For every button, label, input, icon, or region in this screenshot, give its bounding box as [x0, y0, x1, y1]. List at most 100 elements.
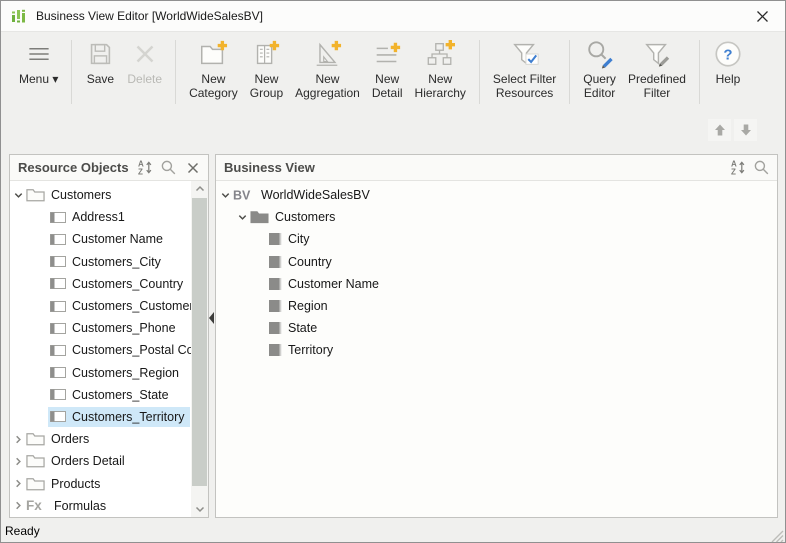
vertical-scrollbar[interactable] [191, 181, 208, 517]
chevron-down-icon[interactable] [12, 189, 24, 201]
chevron-right-icon[interactable] [12, 433, 24, 445]
tree-node[interactable]: Orders [24, 429, 94, 449]
tree-node[interactable]: Customer Name [48, 229, 168, 249]
tree-item-label: City [288, 232, 310, 247]
column-icon [50, 211, 66, 223]
tree-item-orders-detail[interactable]: Orders Detail [10, 450, 191, 472]
tree-node[interactable]: Customers [248, 207, 340, 227]
group-plus-icon [251, 39, 281, 69]
tree-item-country[interactable]: Country [216, 251, 777, 273]
chevron-down-icon[interactable] [236, 211, 248, 223]
tree-node[interactable]: Country [266, 252, 337, 272]
tree-node[interactable]: Customers_Territory [48, 406, 190, 427]
tree-node[interactable]: BV WorldWideSalesBV [231, 185, 375, 205]
tree-item-label: Territory [288, 343, 334, 358]
tree-item-customers-territory[interactable]: Customers_Territory [10, 406, 191, 428]
tree-item-products[interactable]: Products [10, 472, 191, 494]
tree-item-customers[interactable]: Customers [10, 184, 191, 206]
new-hierarchy-label: New Hierarchy [414, 72, 466, 100]
predefined-filter-button[interactable]: Predefined Filter [622, 39, 692, 100]
tree-item-customers-city[interactable]: Customers_City [10, 251, 191, 273]
tree-node[interactable]: Orders Detail [24, 451, 130, 471]
menu-button[interactable]: Menu ▾ [13, 39, 64, 86]
scrollbar-thumb[interactable] [192, 198, 207, 486]
tree-item-city[interactable]: City [216, 228, 777, 250]
new-detail-label: New Detail [371, 72, 403, 100]
tree-item-customers-region[interactable]: Customers_Region [10, 362, 191, 384]
tree-item-customer-name[interactable]: Customer Name [216, 273, 777, 295]
field-icon [268, 343, 282, 357]
tree-node[interactable]: Products [24, 474, 105, 494]
tree-item-label: State [288, 321, 318, 336]
chevron-right-icon[interactable] [12, 500, 24, 512]
chevron-right-icon[interactable] [12, 478, 24, 490]
delete-label: Delete [127, 72, 163, 86]
new-group-button[interactable]: New Group [244, 39, 289, 100]
tree-node[interactable]: Territory [266, 340, 338, 360]
toolbar: Menu ▾ Save Delete New Category New Group New… [1, 32, 785, 110]
tree-node[interactable]: Customers_Region [48, 363, 184, 383]
tree-item-address1[interactable]: Address1 [10, 206, 191, 228]
help-button[interactable]: ? Help [707, 39, 749, 86]
move-down-button[interactable] [734, 119, 757, 141]
tree-item-customers-postal-code[interactable]: Customers_Postal Code [10, 339, 207, 361]
sort-az-icon[interactable]: A Z [136, 158, 155, 177]
tree-node[interactable]: Region [266, 296, 333, 316]
tree-item-customers-customer-id[interactable]: Customers_Customer ID [10, 295, 208, 317]
tree-node[interactable]: Customers_Postal Code [48, 340, 208, 360]
tree-node[interactable]: Address1 [48, 207, 130, 227]
new-detail-button[interactable]: New Detail [366, 39, 409, 100]
close-icon[interactable] [749, 5, 775, 27]
tree-node[interactable]: Customers [24, 185, 116, 205]
tree-item-formulas[interactable]: Fx Formulas [10, 495, 191, 517]
move-up-button[interactable] [708, 119, 731, 141]
tree-item-label: Address1 [72, 210, 125, 225]
tree-node[interactable]: Customers_Country [48, 274, 188, 294]
resource-objects-title: Resource Objects [18, 160, 129, 175]
new-category-button[interactable]: New Category [183, 39, 244, 100]
toolbar-separator [569, 40, 571, 104]
tree-node[interactable]: Customers_City [48, 252, 166, 272]
column-icon [50, 389, 66, 401]
tree-node[interactable]: Customers_Phone [48, 318, 181, 338]
folder-filled-icon [250, 210, 269, 224]
search-icon[interactable] [159, 158, 178, 177]
tree-node[interactable]: State [266, 318, 322, 338]
tree-item-state[interactable]: State [216, 317, 777, 339]
tree-item-label: Customers_Country [72, 276, 184, 291]
chevron-right-icon[interactable] [12, 455, 24, 467]
panel-splitter[interactable] [209, 154, 215, 518]
tree-node[interactable]: Fx Formulas [24, 496, 111, 516]
tree-item-customers-state[interactable]: Customers_State [10, 384, 191, 406]
toolbar-separator [478, 40, 480, 104]
delete-icon [130, 39, 160, 69]
query-editor-button[interactable]: Query Editor [577, 39, 622, 100]
save-button[interactable]: Save [79, 39, 121, 86]
business-view-editor-window: Business View Editor [WorldWideSalesBV] … [0, 0, 786, 543]
splitter-collapse-icon[interactable] [209, 312, 214, 324]
tree-item-customers[interactable]: Customers [216, 206, 777, 228]
funnel-check-icon [510, 39, 540, 69]
tree-node[interactable]: Customers_State [48, 385, 174, 405]
close-panel-icon[interactable] [183, 158, 202, 177]
search-icon[interactable] [752, 158, 771, 177]
scroll-up-icon[interactable] [191, 181, 208, 197]
tree-item-customer-name[interactable]: Customer Name [10, 228, 191, 250]
select-filter-resources-button[interactable]: Select Filter Resources [487, 39, 562, 100]
tree-item-orders[interactable]: Orders [10, 428, 191, 450]
tree-item-worldwidesalesbv[interactable]: BV WorldWideSalesBV [216, 184, 777, 206]
scroll-down-icon[interactable] [191, 501, 208, 517]
tree-item-region[interactable]: Region [216, 295, 777, 317]
tree-item-territory[interactable]: Territory [216, 339, 777, 361]
new-hierarchy-button[interactable]: New Hierarchy [409, 39, 472, 100]
tree-node[interactable]: City [266, 229, 315, 249]
resize-grip[interactable] [771, 530, 784, 542]
tree-node[interactable]: Customers_Customer ID [48, 296, 208, 316]
chevron-down-icon[interactable] [219, 189, 231, 201]
window-title: Business View Editor [WorldWideSalesBV] [36, 9, 263, 23]
tree-item-customers-country[interactable]: Customers_Country [10, 273, 191, 295]
sort-az-icon[interactable]: A Z [729, 158, 748, 177]
tree-item-customers-phone[interactable]: Customers_Phone [10, 317, 191, 339]
new-aggregation-button[interactable]: New Aggregation [289, 39, 366, 100]
tree-node[interactable]: Customer Name [266, 274, 384, 294]
